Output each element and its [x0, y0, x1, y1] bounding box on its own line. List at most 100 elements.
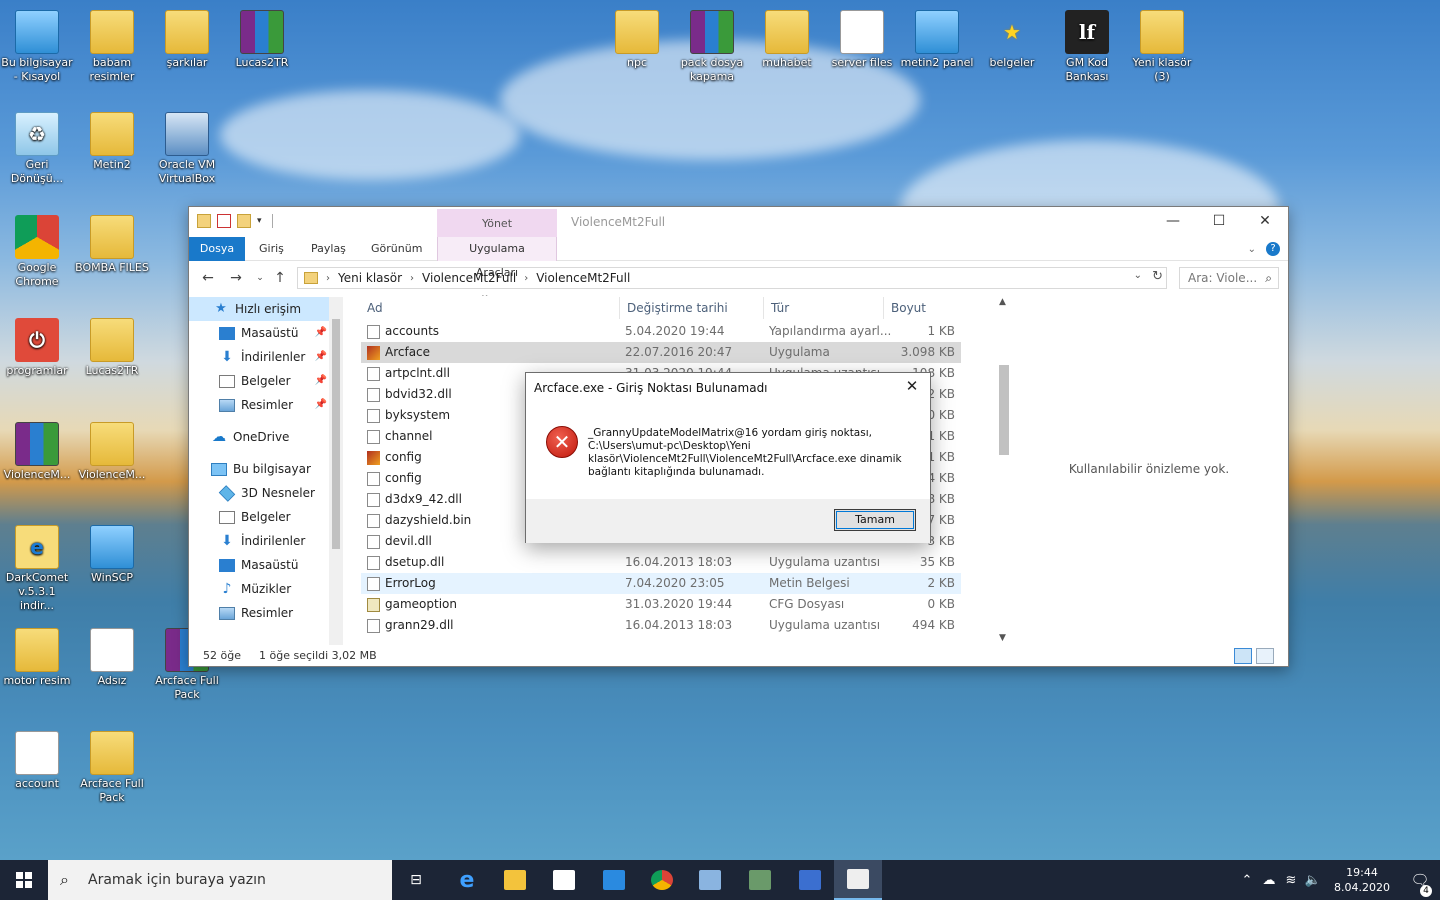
nav-item-desktop[interactable]: Masaüstü 📌: [189, 321, 343, 345]
nav-pane-scrollbar[interactable]: [329, 297, 343, 645]
desktop-icon-metin2-panel[interactable]: metin2 panel: [900, 10, 974, 70]
taskbar-edge[interactable]: e: [443, 860, 491, 900]
scroll-down-icon[interactable]: ▼: [999, 633, 1006, 643]
desktop-icon-npc[interactable]: npc: [600, 10, 674, 70]
scrollbar-thumb[interactable]: [332, 319, 340, 549]
close-button[interactable]: ✕: [1242, 207, 1288, 235]
nav-item-quick-access[interactable]: ★ Hızlı erişim: [189, 297, 343, 321]
desktop-icon-recycle-bin[interactable]: ♻ Geri Dönüşü...: [0, 112, 74, 186]
expand-ribbon-icon[interactable]: ⌄: [1248, 244, 1256, 255]
scroll-up-icon[interactable]: ▲: [999, 297, 1006, 307]
taskbar-chrome[interactable]: [638, 860, 686, 900]
recent-locations-icon[interactable]: ⌄: [251, 269, 269, 287]
desktop-icon-programlar[interactable]: ⏻ programlar: [0, 318, 74, 378]
file-row[interactable]: gameoption 31.03.2020 19:44 CFG Dosyası 0 K…: [361, 594, 961, 615]
desktop-icon-adsiz[interactable]: Adsız: [75, 628, 149, 688]
tab-home[interactable]: Giriş: [249, 237, 294, 261]
maximize-button[interactable]: ☐: [1196, 207, 1242, 235]
desktop-icon-metin2[interactable]: Metin2: [75, 112, 149, 172]
nav-item-desktop-pc[interactable]: Masaüstü: [189, 553, 343, 577]
file-row[interactable]: dsetup.dll 16.04.2013 18:03 Uygulama uzant…: [361, 552, 961, 573]
taskbar-file-explorer[interactable]: [491, 860, 539, 900]
refresh-icon[interactable]: ↻: [1152, 269, 1163, 284]
folder-icon[interactable]: [197, 214, 211, 228]
desktop-icon-violence-rar[interactable]: ViolenceM...: [0, 422, 74, 482]
large-icons-view-icon[interactable]: [1256, 648, 1274, 664]
nav-item-downloads-pc[interactable]: ⬇ İndirilenler: [189, 529, 343, 553]
search-input[interactable]: Ara: Viole... ⌕: [1179, 267, 1279, 289]
tab-file[interactable]: Dosya: [189, 237, 245, 261]
column-header-type[interactable]: Tür: [771, 301, 789, 315]
column-header-date[interactable]: Değiştirme tarihi: [627, 301, 728, 315]
desktop-icon-winscp[interactable]: WinSCP: [75, 525, 149, 585]
back-arrow-icon[interactable]: ←: [199, 269, 217, 287]
breadcrumb-item[interactable]: Yeni klasör: [338, 271, 402, 285]
desktop-icon-muhabet[interactable]: muhabet: [750, 10, 824, 70]
address-bar[interactable]: › Yeni klasör › ViolenceMt2Full › Violen…: [297, 267, 1167, 289]
nav-item-this-pc[interactable]: Bu bilgisayar: [189, 457, 343, 481]
file-row[interactable]: Arcface 22.07.2016 20:47 Uygulama 3.098 KB: [361, 342, 961, 363]
volume-icon[interactable]: 🔈: [1302, 873, 1324, 888]
nav-item-downloads[interactable]: ⬇ İndirilenler 📌: [189, 345, 343, 369]
minimize-button[interactable]: —: [1150, 207, 1196, 235]
taskbar-error-window[interactable]: [834, 860, 882, 900]
nav-item-pictures-pc[interactable]: Resimler: [189, 601, 343, 625]
help-icon[interactable]: ?: [1266, 242, 1280, 256]
nav-item-pictures[interactable]: Resimler 📌: [189, 393, 343, 417]
title-bar[interactable]: ▾ Yönet ViolenceMt2Full — ☐ ✕: [189, 207, 1288, 237]
breadcrumb-item[interactable]: ViolenceMt2Full: [422, 271, 516, 285]
column-header-name[interactable]: Ad: [367, 301, 383, 315]
nav-item-documents[interactable]: Belgeler 📌: [189, 369, 343, 393]
file-list-scrollbar[interactable]: ▲ ▼: [997, 295, 1011, 647]
file-row[interactable]: grann29.dll 16.04.2013 18:03 Uygulama uzan…: [361, 615, 961, 636]
dialog-close-button[interactable]: ✕: [902, 376, 922, 396]
tab-share[interactable]: Paylaş: [301, 237, 356, 261]
breadcrumb-item[interactable]: ViolenceMt2Full: [536, 271, 630, 285]
desktop-icon-virtualbox[interactable]: Oracle VM VirtualBox: [150, 112, 224, 186]
desktop-icon-yeni-klasor-3[interactable]: Yeni klasör (3): [1125, 10, 1199, 84]
taskbar-search-input[interactable]: ⌕ Aramak için buraya yazın: [48, 860, 392, 900]
up-arrow-icon[interactable]: ↑: [271, 269, 289, 287]
new-folder-icon[interactable]: [237, 214, 251, 228]
file-row[interactable]: accounts 5.04.2020 19:44 Yapılandırma ayar…: [361, 321, 961, 342]
desktop-icon-server-files[interactable]: server files: [825, 10, 899, 70]
desktop-icon-motor-resim[interactable]: motor resim: [0, 628, 74, 688]
task-view-button[interactable]: ⊟: [392, 860, 440, 900]
clock[interactable]: 19:44 8.04.2020: [1324, 865, 1400, 895]
context-tab-manage[interactable]: Yönet: [437, 209, 557, 237]
taskbar-virtualbox[interactable]: [686, 860, 734, 900]
chevron-down-icon[interactable]: ▾: [257, 216, 262, 226]
desktop-icon-babam-resimler[interactable]: babam resimler: [75, 10, 149, 84]
properties-icon[interactable]: [217, 214, 231, 228]
ok-button[interactable]: Tamam: [834, 509, 916, 531]
scrollbar-thumb[interactable]: [999, 365, 1009, 455]
nav-item-3d-objects[interactable]: 3D Nesneler: [189, 481, 343, 505]
desktop-icon-gm-kod[interactable]: lf GM Kod Bankası: [1050, 10, 1124, 84]
desktop-icon-chrome[interactable]: Google Chrome: [0, 215, 74, 289]
desktop-icon-this-pc[interactable]: Bu bilgisayar - Kısayol: [0, 10, 74, 84]
chevron-down-icon[interactable]: ⌄: [1134, 270, 1142, 281]
nav-item-documents-pc[interactable]: Belgeler: [189, 505, 343, 529]
details-view-icon[interactable]: [1234, 648, 1252, 664]
tab-view[interactable]: Görünüm: [361, 237, 432, 261]
tab-application-tools[interactable]: Uygulama Araçları: [437, 237, 557, 279]
taskbar-mail[interactable]: [590, 860, 638, 900]
forward-arrow-icon[interactable]: →: [227, 269, 245, 287]
desktop-icon-account[interactable]: account: [0, 731, 74, 791]
desktop-icon-bomba-files[interactable]: BOMBA FILES: [75, 215, 149, 275]
desktop-icon-darkcomet[interactable]: e DarkComet v.5.3.1 indir...: [0, 525, 74, 613]
taskbar-app[interactable]: [786, 860, 834, 900]
file-row[interactable]: ErrorLog 7.04.2020 23:05 Metin Belgesi 2 KB: [361, 573, 961, 594]
desktop-icon-arcface-folder[interactable]: Arcface Full Pack: [75, 731, 149, 805]
chevron-up-icon[interactable]: ⌃: [1236, 873, 1258, 888]
desktop-icon-belgeler[interactable]: ★ belgeler: [975, 10, 1049, 70]
desktop-icon-pack-dosya-kapama[interactable]: pack dosya kapama: [675, 10, 749, 84]
desktop-icon-lucas2tr-folder[interactable]: Lucas2TR: [75, 318, 149, 378]
nav-item-music[interactable]: ♪ Müzikler: [189, 577, 343, 601]
taskbar-store[interactable]: [540, 860, 588, 900]
nav-item-onedrive[interactable]: ☁ OneDrive: [189, 425, 343, 449]
desktop-icon-violence-folder[interactable]: ViolenceM...: [75, 422, 149, 482]
action-center-button[interactable]: 🗨 4: [1400, 871, 1440, 897]
network-icon[interactable]: ≋: [1280, 873, 1302, 888]
start-button[interactable]: [0, 860, 48, 900]
